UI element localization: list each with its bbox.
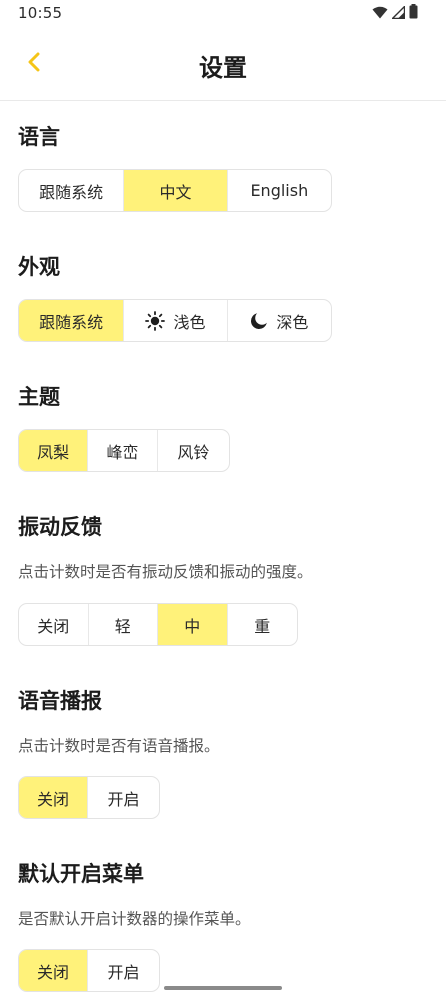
default-menu-selector: 关闭 开启 [18,949,160,992]
default-menu-section: 默认开启菜单 是否默认开启计数器的操作菜单。 关闭 开启 [18,860,438,992]
status-time: 10:55 [18,4,63,22]
option-label: 浅色 [173,312,206,332]
option-label: 凤梨 [37,442,70,462]
haptics-description: 点击计数时是否有振动反馈和振动的强度。 [18,563,313,581]
appearance-option-dark[interactable]: 深色 [228,300,331,341]
battery-icon [409,3,418,23]
language-option-chinese[interactable]: 中文 [124,170,228,211]
haptics-option-heavy[interactable]: 重 [228,604,298,645]
option-label: 中 [184,616,201,636]
voice-title: 语音播报 [18,689,102,713]
theme-section: 主题 凤梨 峰峦 风铃 [18,383,438,472]
option-label: 关闭 [37,789,70,809]
voice-section: 语音播报 点击计数时是否有语音播报。 关闭 开启 [18,687,438,819]
appearance-option-light[interactable]: 浅色 [124,300,228,341]
status-icons [372,3,418,23]
default-menu-title: 默认开启菜单 [18,862,144,886]
haptics-selector: 关闭 轻 中 重 [18,603,298,646]
option-label: 关闭 [37,616,70,636]
language-option-system[interactable]: 跟随系统 [19,170,125,211]
status-bar: 10:55 [0,0,446,28]
option-label: 跟随系统 [39,312,104,332]
default-menu-option-on[interactable]: 开启 [88,950,159,991]
option-label: 开启 [107,789,140,809]
option-label: English [250,181,309,200]
theme-option-mountains[interactable]: 峰峦 [88,430,158,471]
moon-icon [250,312,268,330]
option-label: 深色 [276,312,309,332]
option-label: 重 [254,616,271,636]
haptics-title: 振动反馈 [18,515,102,539]
appearance-option-system[interactable]: 跟随系统 [19,300,125,341]
appearance-section: 外观 跟随系统 浅色 深色 [18,253,438,342]
language-title: 语言 [18,125,60,149]
voice-option-on[interactable]: 开启 [88,777,159,818]
home-indicator[interactable] [164,986,282,990]
appearance-selector: 跟随系统 浅色 深色 [18,299,332,342]
voice-description: 点击计数时是否有语音播报。 [18,737,220,755]
signal-icon [390,4,406,23]
theme-selector: 凤梨 峰峦 风铃 [18,429,230,472]
option-label: 峰峦 [106,442,139,462]
language-selector: 跟随系统 中文 English [18,169,332,212]
appearance-title: 外观 [18,255,60,279]
option-label: 关闭 [37,962,70,982]
wifi-icon [372,4,388,23]
option-label: 开启 [107,962,140,982]
default-menu-option-off[interactable]: 关闭 [19,950,89,991]
default-menu-description: 是否默认开启计数器的操作菜单。 [18,910,251,928]
option-label: 中文 [159,182,192,202]
language-section: 语言 跟随系统 中文 English [18,123,438,212]
voice-option-off[interactable]: 关闭 [19,777,89,818]
option-label: 轻 [114,616,131,636]
theme-title: 主题 [18,385,60,409]
haptics-section: 振动反馈 点击计数时是否有振动反馈和振动的强度。 关闭 轻 中 重 [18,513,438,646]
option-label: 跟随系统 [39,182,104,202]
haptics-option-medium[interactable]: 中 [158,604,228,645]
haptics-option-off[interactable]: 关闭 [19,604,89,645]
app-bar: 设置 [0,28,446,101]
sun-icon [145,310,166,331]
voice-selector: 关闭 开启 [18,776,160,819]
page-title: 设置 [199,54,247,82]
language-option-english[interactable]: English [228,170,331,211]
theme-option-windchime[interactable]: 风铃 [158,430,229,471]
theme-option-pineapple[interactable]: 凤梨 [19,430,89,471]
option-label: 风铃 [177,442,210,462]
settings-screen: 10:55 设置 语言 跟随系统 中文 English 外观 跟随系统 浅色 深… [0,0,446,1001]
haptics-option-light[interactable]: 轻 [89,604,158,645]
